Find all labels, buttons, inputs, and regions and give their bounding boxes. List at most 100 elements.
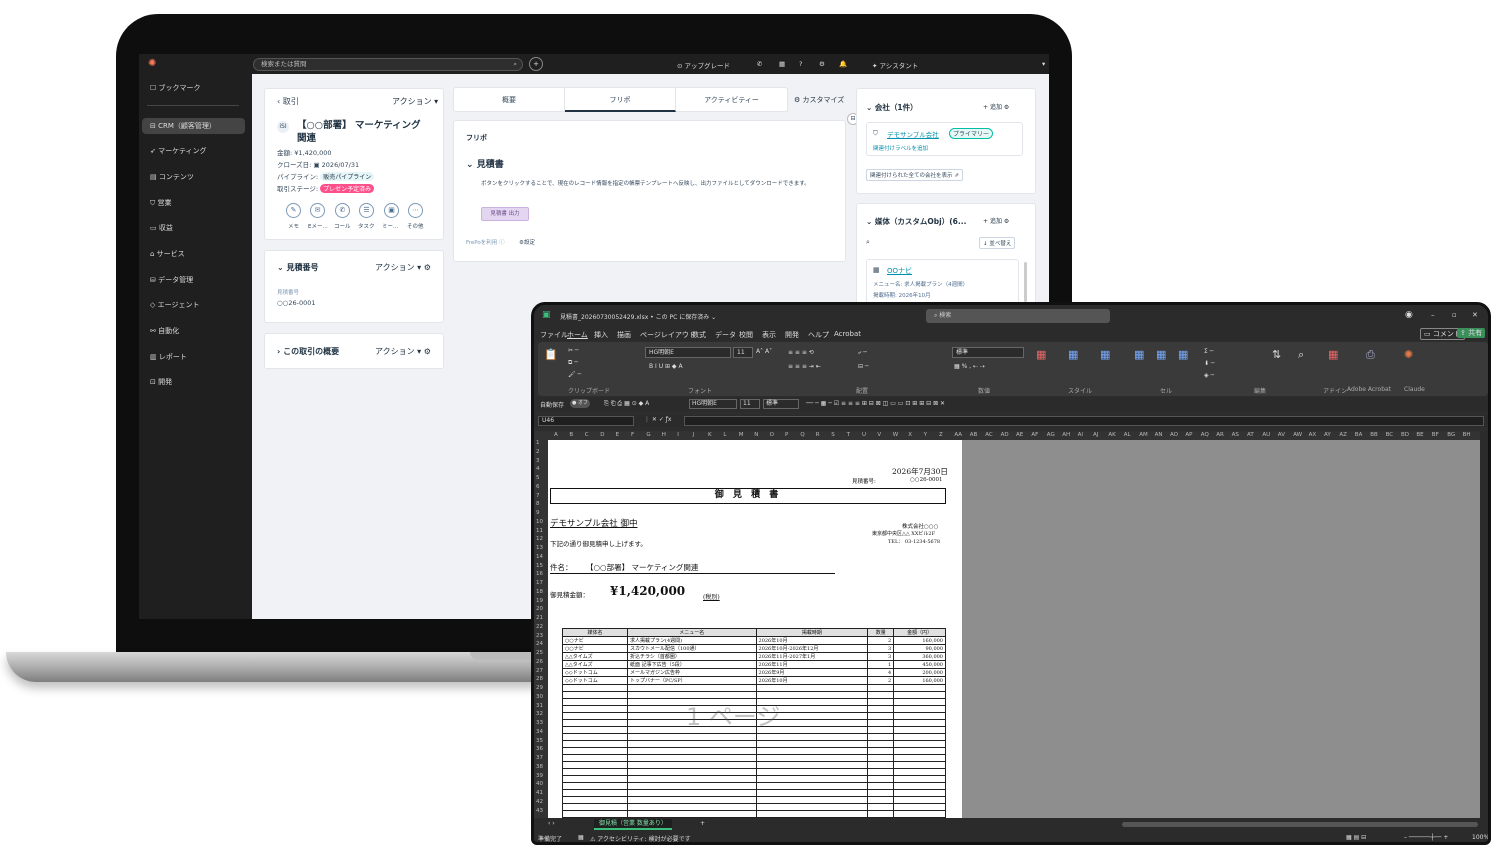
column-header[interactable]: AP xyxy=(1185,432,1192,438)
row-header[interactable]: 29 xyxy=(536,685,543,691)
column-header[interactable]: AK xyxy=(1108,432,1115,438)
settings-gear-icon[interactable]: ⚙ xyxy=(819,60,825,68)
row-header[interactable]: 35 xyxy=(536,738,543,744)
notification-bell-icon[interactable]: 🔔 xyxy=(839,60,847,68)
meeting-icon[interactable]: ▣ xyxy=(384,203,399,218)
menu-review[interactable]: 校閲 xyxy=(739,330,753,340)
row-header[interactable]: 32 xyxy=(536,711,543,717)
help-icon[interactable]: ? xyxy=(799,60,802,68)
horizontal-scrollbar[interactable] xyxy=(1122,822,1478,827)
column-header[interactable]: AE xyxy=(1016,432,1023,438)
menu-file[interactable]: ファイル xyxy=(540,330,568,340)
column-header[interactable]: AL xyxy=(1124,432,1131,438)
account-menu-chevron-icon[interactable]: ▾ xyxy=(1042,60,1045,68)
column-header[interactable]: N xyxy=(754,432,758,438)
menu-home[interactable]: ホーム xyxy=(567,330,588,340)
qat-more-icons[interactable]: ── ─ ▦ ─ ☑ ≡ ≡ ≡ ⊞ ⊟ ⊠ ◫ ▭ ▭ ⊡ ⊞ ⊞ ⊟ ⊠ ✕ xyxy=(806,400,945,407)
sidebar-item-reports[interactable]: ▥ レポート xyxy=(142,349,245,365)
menu-page-layout[interactable]: ページレイアウト xyxy=(640,330,696,340)
column-header[interactable]: AN xyxy=(1155,432,1163,438)
row-header[interactable]: 9 xyxy=(536,510,540,516)
formula-input[interactable] xyxy=(684,416,1484,426)
column-header[interactable]: A xyxy=(554,432,558,438)
more-icon[interactable]: ⋯ xyxy=(408,203,423,218)
column-header[interactable]: AW xyxy=(1293,432,1302,438)
row-header[interactable]: 4 xyxy=(536,466,540,472)
qat-icons[interactable]: ⎘ ⎗ ⎙ ▦ ⊙ ◆ A xyxy=(604,400,649,408)
column-header[interactable]: AU xyxy=(1262,432,1270,438)
column-header[interactable]: D xyxy=(600,432,604,438)
paste-icon[interactable]: 📋 xyxy=(544,348,558,361)
menu-help[interactable]: ヘルプ xyxy=(808,330,829,340)
share-button[interactable]: ⇪ 共有 xyxy=(1457,328,1486,338)
menu-view[interactable]: 表示 xyxy=(762,330,776,340)
marketplace-icon[interactable]: ▦ xyxy=(779,60,785,68)
sidebar-item-marketing[interactable]: ➶ マーケティング xyxy=(142,143,245,159)
claude-icon[interactable]: ✺ xyxy=(1404,348,1413,361)
sidebar-item-bookmark[interactable]: ☐ ブックマーク xyxy=(142,80,245,96)
estimate-field-value[interactable]: ○○26-0001 xyxy=(277,299,316,307)
assistant-button[interactable]: ✦ アシスタント xyxy=(872,60,918,70)
format-cells-icon[interactable]: ▦ xyxy=(1178,348,1188,361)
back-link[interactable]: ‹ 取引 xyxy=(277,96,299,107)
row-header[interactable]: 31 xyxy=(536,703,543,709)
sidebar-item-agent[interactable]: ◇ エージェント xyxy=(142,297,245,313)
sidebar-item-service[interactable]: ⌂ サービス xyxy=(142,246,245,262)
menu-draw[interactable]: 描画 xyxy=(617,330,631,340)
column-header[interactable]: K xyxy=(708,432,712,438)
upgrade-button[interactable]: ⊙ アップグレード xyxy=(677,60,730,70)
sheet-nav-icons[interactable]: ‹ › xyxy=(548,820,555,827)
column-header[interactable]: AJ xyxy=(1093,432,1098,438)
column-header[interactable]: BA xyxy=(1355,432,1363,438)
estimate-action-menu[interactable]: アクション ▾ ⚙ xyxy=(375,262,431,273)
row-header[interactable]: 6 xyxy=(536,484,540,490)
column-header[interactable]: O xyxy=(770,432,774,438)
summary-action-menu[interactable]: アクション ▾ ⚙ xyxy=(375,346,431,357)
column-header[interactable]: AD xyxy=(1001,432,1009,438)
row-header[interactable]: 12 xyxy=(536,536,543,542)
column-header[interactable]: AF xyxy=(1031,432,1038,438)
align-icons-row2[interactable]: ≡ ≡ ≡ ⇥ ⇤ xyxy=(788,363,821,370)
row-header[interactable]: 24 xyxy=(536,641,543,647)
row-header[interactable]: 16 xyxy=(536,571,543,577)
column-header[interactable]: C xyxy=(585,432,589,438)
column-header[interactable]: X xyxy=(908,432,912,438)
row-header[interactable]: 43 xyxy=(536,808,543,814)
company-add-button[interactable]: + 追加 ⚙ xyxy=(983,102,1009,111)
sidebar-item-sales[interactable]: ⛉ 営業 xyxy=(142,195,245,211)
row-header[interactable]: 21 xyxy=(536,615,543,621)
column-header[interactable]: AT xyxy=(1247,432,1254,438)
estimate-section-toggle[interactable]: ⌄ 見積書 xyxy=(466,157,504,170)
column-header[interactable]: BD xyxy=(1401,432,1409,438)
row-header[interactable]: 27 xyxy=(536,668,543,674)
column-header[interactable]: Y xyxy=(924,432,927,438)
sidebar-item-content[interactable]: ▤ コンテンツ xyxy=(142,169,245,185)
row-header[interactable]: 23 xyxy=(536,633,543,639)
column-header[interactable]: AY xyxy=(1324,432,1331,438)
cell-style-icon[interactable]: ▦ xyxy=(1100,348,1110,361)
add-association-label-link[interactable]: 関連付けラベルを追加 xyxy=(873,144,928,152)
row-header[interactable]: 26 xyxy=(536,659,543,665)
column-header[interactable]: AV xyxy=(1278,432,1285,438)
row-header[interactable]: 8 xyxy=(536,501,540,507)
sidebar-item-development[interactable]: ⊡ 開発 xyxy=(142,374,245,390)
row-header[interactable]: 30 xyxy=(536,694,543,700)
delete-cells-icon[interactable]: ▦ xyxy=(1156,348,1166,361)
column-header[interactable]: H xyxy=(662,432,666,438)
company-card-title[interactable]: ⌄ 会社（1件） xyxy=(866,102,918,113)
column-header[interactable]: Z xyxy=(939,432,943,438)
company-name-link[interactable]: デモサンプル会社 xyxy=(887,129,939,139)
row-header[interactable]: 42 xyxy=(536,799,543,805)
customize-button[interactable]: ⚙ カスタマイズ xyxy=(794,95,844,105)
column-header[interactable]: S xyxy=(831,432,835,438)
sort-button[interactable]: ↓ 並べ替え xyxy=(979,237,1016,249)
column-header[interactable]: E xyxy=(616,432,619,438)
column-header[interactable]: L xyxy=(723,432,726,438)
excel-search-box[interactable]: ⌕ 検索 xyxy=(926,309,1110,323)
column-header[interactable]: BF xyxy=(1432,432,1439,438)
column-header[interactable]: AS xyxy=(1232,432,1239,438)
sidebar-item-automation[interactable]: ⚯ 自動化 xyxy=(142,323,245,339)
row-header[interactable]: 19 xyxy=(536,598,543,604)
font-grow-shrink-icon[interactable]: A˄ A˅ xyxy=(756,348,772,355)
row-header[interactable]: 1 xyxy=(536,440,540,446)
